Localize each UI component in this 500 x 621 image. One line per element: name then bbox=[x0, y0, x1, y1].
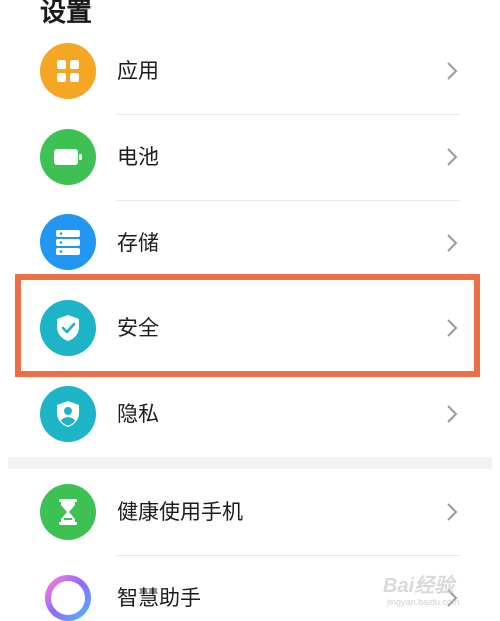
settings-screen: 设置 应用 电池 存储 安全 隐私 健康使用手机 智慧助手 Bai经验 jing… bbox=[0, 0, 500, 621]
highlight-box bbox=[15, 274, 480, 377]
chevron-right-icon bbox=[444, 59, 460, 83]
settings-item-label: 智慧助手 bbox=[117, 586, 201, 610]
watermark: Bai经验 jingyan.baidu.com bbox=[383, 561, 493, 611]
watermark-subtext: jingyan.baidu.com bbox=[387, 597, 460, 607]
battery-icon bbox=[40, 129, 96, 185]
page-title: 设置 bbox=[40, 0, 93, 28]
watermark-text: Bai经验 bbox=[383, 575, 455, 597]
apps-grid-icon bbox=[40, 43, 96, 99]
chevron-right-icon bbox=[444, 500, 460, 524]
chevron-right-icon bbox=[444, 145, 460, 169]
settings-item-label: 应用 bbox=[117, 59, 159, 83]
settings-item-label: 健康使用手机 bbox=[117, 500, 243, 524]
settings-item-label: 电池 bbox=[117, 145, 159, 169]
settings-item-battery[interactable]: 电池 bbox=[0, 114, 500, 200]
chevron-right-icon bbox=[444, 402, 460, 426]
settings-item-digital-balance[interactable]: 健康使用手机 bbox=[0, 469, 500, 555]
settings-item-label: 存储 bbox=[117, 231, 159, 255]
hourglass-icon bbox=[40, 484, 96, 540]
storage-icon bbox=[40, 214, 96, 270]
chevron-right-icon bbox=[444, 231, 460, 255]
section-divider bbox=[8, 457, 492, 469]
privacy-shield-icon bbox=[40, 386, 96, 442]
settings-item-label: 隐私 bbox=[117, 402, 159, 426]
assistant-ring-icon bbox=[40, 570, 96, 621]
settings-item-apps[interactable]: 应用 bbox=[0, 28, 500, 114]
settings-item-privacy[interactable]: 隐私 bbox=[0, 371, 500, 457]
